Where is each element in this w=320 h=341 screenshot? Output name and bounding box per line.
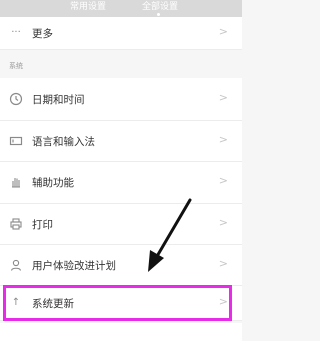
ellipsis-icon: ··· <box>11 27 21 38</box>
user-icon <box>9 258 23 272</box>
chevron-right-icon: > <box>218 25 228 38</box>
chevron-right-icon: > <box>218 216 228 229</box>
more-item[interactable]: ··· 更多 > <box>0 17 242 50</box>
settings-item-label: 语言和输入法 <box>32 136 95 148</box>
tab-active-indicator <box>157 13 160 16</box>
section-header-system: 系统 <box>9 62 23 70</box>
arrow-up-icon: ↑ <box>11 297 21 308</box>
chevron-right-icon: > <box>218 91 228 104</box>
settings-item-label: 打印 <box>32 219 53 231</box>
settings-item-print[interactable]: 打印 > <box>0 204 242 245</box>
more-label: 更多 <box>32 28 53 40</box>
settings-item-label: 日期和时间 <box>32 94 85 106</box>
settings-item-label: 系统更新 <box>32 298 74 310</box>
hand-icon <box>9 175 23 189</box>
next-item-partial <box>0 323 242 341</box>
settings-item-label: 用户体验改进计划 <box>32 260 116 272</box>
chevron-right-icon: > <box>218 295 228 308</box>
tab-bar: 常用设置 全部设置 <box>0 0 242 17</box>
settings-item-accessibility[interactable]: 辅助功能 > <box>0 162 242 204</box>
tab-all-settings[interactable]: 全部设置 <box>125 0 195 14</box>
tab-common-settings[interactable]: 常用设置 <box>53 0 123 14</box>
settings-item-label: 辅助功能 <box>32 177 74 189</box>
chevron-right-icon: > <box>218 174 228 187</box>
settings-item-user-experience[interactable]: 用户体验改进计划 > <box>0 245 242 286</box>
settings-item-system-update[interactable]: ↑ 系统更新 > <box>0 286 242 321</box>
clock-icon <box>9 92 23 106</box>
settings-item-date-time[interactable]: 日期和时间 > <box>0 78 242 121</box>
keyboard-icon <box>9 134 23 148</box>
printer-icon <box>9 217 23 231</box>
settings-item-language-input[interactable]: 语言和输入法 > <box>0 121 242 162</box>
chevron-right-icon: > <box>218 133 228 146</box>
chevron-right-icon: > <box>218 257 228 270</box>
